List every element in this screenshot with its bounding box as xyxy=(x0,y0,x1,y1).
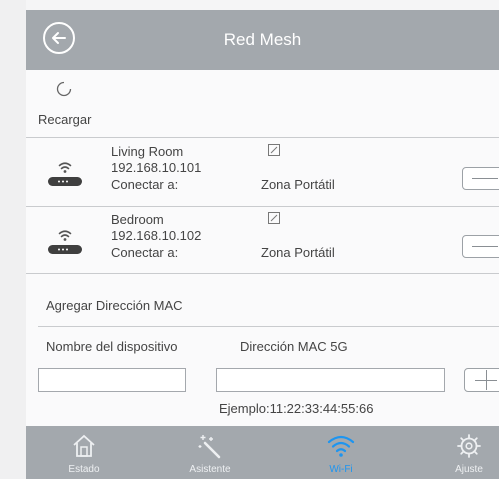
bottom-nav: Estado Asistente Wi-Fi Ajuste xyxy=(26,426,499,479)
edit-icon[interactable] xyxy=(268,212,280,224)
reload-icon[interactable] xyxy=(56,81,72,97)
device-row: Bedroom 192.168.10.102 Conectar a: Zona … xyxy=(26,206,499,274)
magic-wand-icon xyxy=(198,435,221,459)
device-name-label: Nombre del dispositivo xyxy=(46,339,178,354)
gear-icon xyxy=(457,434,481,458)
left-gutter xyxy=(0,0,26,479)
connect-label: Conectar a: xyxy=(111,245,179,260)
divider xyxy=(26,273,499,274)
add-mac-title: Agregar Dirección MAC xyxy=(46,298,183,313)
reload-link[interactable]: Recargar xyxy=(38,112,91,127)
header-bar: Red Mesh xyxy=(26,10,499,70)
content-area: Recargar Living Room 192.168.10.101 Cone… xyxy=(26,70,499,426)
device-name: Living Room xyxy=(111,144,184,159)
router-icon xyxy=(48,162,82,186)
divider xyxy=(38,326,499,327)
add-mac-button[interactable] xyxy=(464,368,499,392)
device-name: Bedroom xyxy=(111,212,164,227)
wifi-icon xyxy=(327,435,355,457)
nav-item-asistente[interactable]: Asistente xyxy=(165,426,255,479)
device-ip: 192.168.10.102 xyxy=(111,228,202,243)
connect-label: Conectar a: xyxy=(111,177,179,192)
nav-label: Ajuste xyxy=(455,464,483,475)
device-name-input[interactable] xyxy=(38,368,186,392)
page-title: Red Mesh xyxy=(223,30,302,49)
nav-item-ajuste[interactable]: Ajuste xyxy=(424,426,499,479)
nav-label: Asistente xyxy=(189,464,231,475)
remove-device-button[interactable] xyxy=(462,235,499,258)
connect-value: Zona Portátil xyxy=(261,245,335,260)
mac-address-label: Dirección MAC 5G xyxy=(240,339,348,354)
router-icon xyxy=(48,230,82,254)
nav-label: Wi-Fi xyxy=(329,464,353,475)
device-row: Living Room 192.168.10.101 Conectar a: Z… xyxy=(26,138,499,206)
house-icon xyxy=(73,434,95,457)
nav-item-wifi[interactable]: Wi-Fi xyxy=(296,426,386,479)
mac-address-input[interactable] xyxy=(216,368,445,392)
nav-label: Estado xyxy=(68,464,100,475)
device-ip: 192.168.10.101 xyxy=(111,160,202,175)
edit-icon[interactable] xyxy=(268,144,280,156)
app-frame: Red Mesh Recargar Living Room 192.168.10… xyxy=(0,0,499,479)
remove-device-button[interactable] xyxy=(462,167,499,190)
connect-value: Zona Portátil xyxy=(261,177,335,192)
nav-item-estado[interactable]: Estado xyxy=(39,426,129,479)
mac-example-hint: Ejemplo:11:22:33:44:55:66 xyxy=(219,401,374,416)
